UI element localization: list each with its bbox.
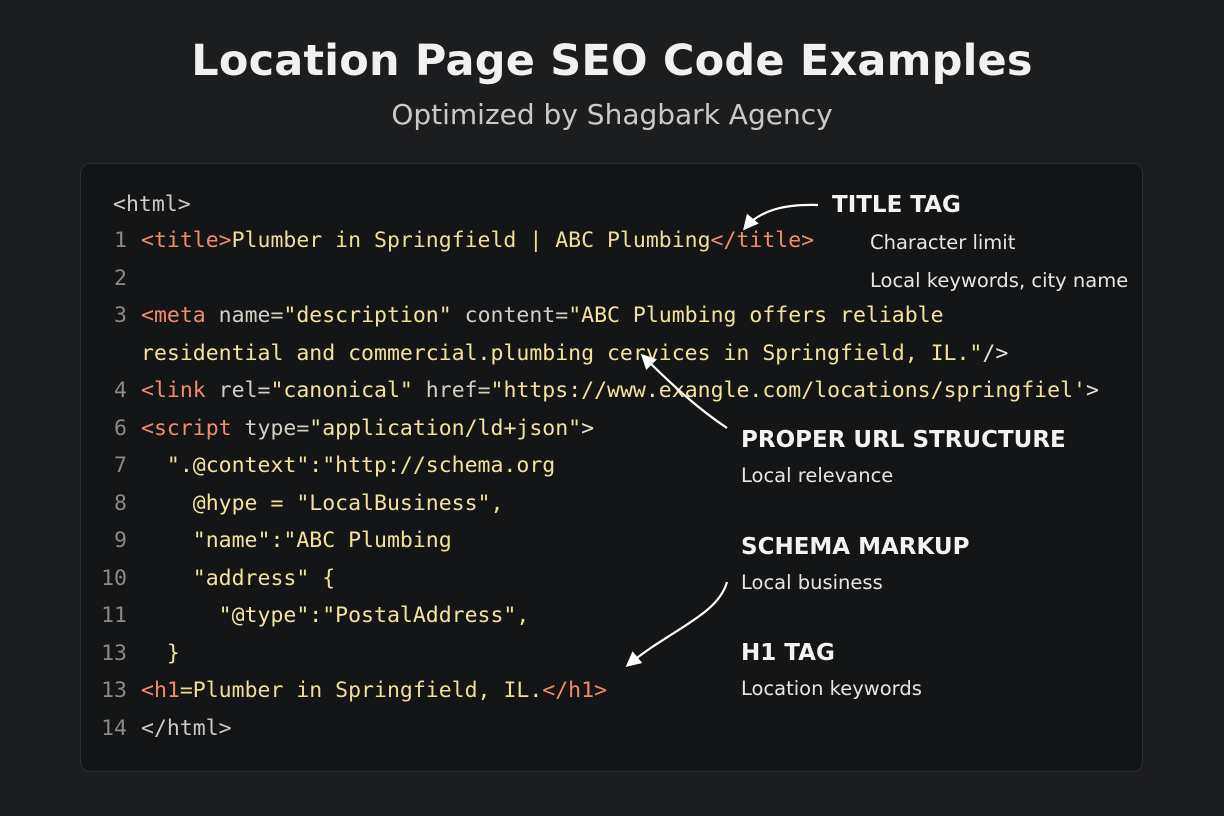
code-token: "address" { xyxy=(141,565,336,591)
line-number: 3 xyxy=(114,303,127,328)
code-token: "name":"ABC Plumbing xyxy=(141,528,452,553)
line-number: 7 xyxy=(114,453,127,478)
code-token: } xyxy=(141,640,180,666)
code-line: residential and commercial.plumbing cerv… xyxy=(0,337,1224,371)
code-line: 10 "address" { xyxy=(0,562,1224,596)
schema-markup-heading: SCHEMA MARKUP xyxy=(741,534,970,560)
code-token: "ABC Plumbing offers reliable xyxy=(568,303,944,328)
h1-tag-heading: H1 TAG xyxy=(741,640,835,666)
code-token: "@type":"PostalAddress", xyxy=(141,603,530,628)
code-text: "address" { xyxy=(141,562,335,596)
code-line: 11 "@type":"PostalAddress", xyxy=(0,599,1224,633)
code-token: =Plumber in Springfield, IL. xyxy=(179,678,543,703)
code-token: </html> xyxy=(141,715,232,741)
line-number: 13 xyxy=(101,640,127,666)
code-line: 1 <title>Plumber in Springfield | ABC Plu… xyxy=(0,224,1224,258)
code-token: <meta xyxy=(141,303,206,328)
line-number: 11 xyxy=(101,603,127,628)
code-line-open-html: <html> xyxy=(113,192,191,217)
page-title: Location Page SEO Code Examples xyxy=(191,36,1033,86)
code-token: "description" xyxy=(283,303,452,328)
code-text: <meta name="description" content="ABC Pl… xyxy=(141,299,944,333)
code-text: residential and commercial.plumbing cerv… xyxy=(141,337,1008,371)
line-number: 6 xyxy=(114,415,127,441)
code-token: "canonical" xyxy=(270,378,413,403)
code-token: "https://www.exangle.com/locations/sprin… xyxy=(490,378,1086,403)
code-token: residential and commercial.plumbing cerv… xyxy=(141,340,983,366)
code-text: "@type":"PostalAddress", xyxy=(141,599,530,633)
code-line: 7 ".@context":"http://schema.org xyxy=(0,449,1224,483)
title-tag-note-2: Local keywords, city name xyxy=(870,269,1129,292)
code-line: 8 @hype = "LocalBusiness", xyxy=(0,487,1224,521)
title-tag-note-1: Character limit xyxy=(870,231,1016,254)
code-line: 3 <meta name="description" content="ABC P… xyxy=(0,299,1224,333)
code-text: <link rel="canonical" href="https://www.… xyxy=(141,374,1099,408)
code-line: 14 </html> xyxy=(0,712,1224,746)
code-text: <title>Plumber in Springfield | ABC Plum… xyxy=(141,224,814,258)
line-number: 8 xyxy=(114,490,127,516)
code-text: } xyxy=(141,637,180,671)
code-line: 13 } xyxy=(0,637,1224,671)
schema-markup-note: Local business xyxy=(741,571,883,594)
code-token: Plumber in Springfield | ABC Plumbing xyxy=(231,228,711,253)
code-token: content= xyxy=(451,303,569,328)
line-number: 4 xyxy=(114,378,127,403)
code-token: <link xyxy=(141,378,206,403)
line-number: 14 xyxy=(101,715,127,741)
line-number: 9 xyxy=(114,528,127,553)
code-token: href= xyxy=(412,378,491,403)
h1-tag-note: Location keywords xyxy=(741,677,922,700)
code-token: type= xyxy=(231,415,310,441)
code-token: "application/ld+json" xyxy=(309,415,582,441)
code-token: <title> xyxy=(141,228,232,253)
code-token: </title> xyxy=(710,228,815,253)
code-token: /> xyxy=(982,340,1009,366)
code-line: 13 <h1=Plumber in Springfield, IL.</h1> xyxy=(0,674,1224,708)
code-token: <script xyxy=(141,415,232,441)
code-text: </html> xyxy=(141,712,232,746)
code-token: rel= xyxy=(205,378,271,403)
code-token: > xyxy=(1085,378,1099,403)
line-number: 1 xyxy=(114,228,127,253)
code-line: 9 "name":"ABC Plumbing xyxy=(0,524,1224,558)
code-token: @hype = "LocalBusiness", xyxy=(141,490,504,516)
url-structure-heading: PROPER URL STRUCTURE xyxy=(741,427,1066,453)
line-number: 10 xyxy=(101,565,127,591)
page-subtitle: Optimized by Shagbark Agency xyxy=(391,98,833,131)
code-token: name= xyxy=(205,303,284,328)
url-structure-note: Local relevance xyxy=(741,464,894,487)
line-number: 13 xyxy=(101,678,127,703)
line-number: 2 xyxy=(114,265,127,291)
code-text: <script type="application/ld+json"> xyxy=(141,412,594,446)
code-token: ".@context":"http://schema.org xyxy=(141,453,556,478)
title-tag-heading: TITLE TAG xyxy=(832,192,961,218)
code-text: "name":"ABC Plumbing xyxy=(141,524,452,558)
code-text: <h1=Plumber in Springfield, IL.</h1> xyxy=(141,674,607,708)
code-token: <h1 xyxy=(141,678,180,703)
code-text: ".@context":"http://schema.org xyxy=(141,449,555,483)
code-text: @hype = "LocalBusiness", xyxy=(141,487,504,521)
code-token: > xyxy=(581,415,595,441)
code-token: </h1> xyxy=(542,678,608,703)
code-line: 4 <link rel="canonical" href="https://www… xyxy=(0,374,1224,408)
